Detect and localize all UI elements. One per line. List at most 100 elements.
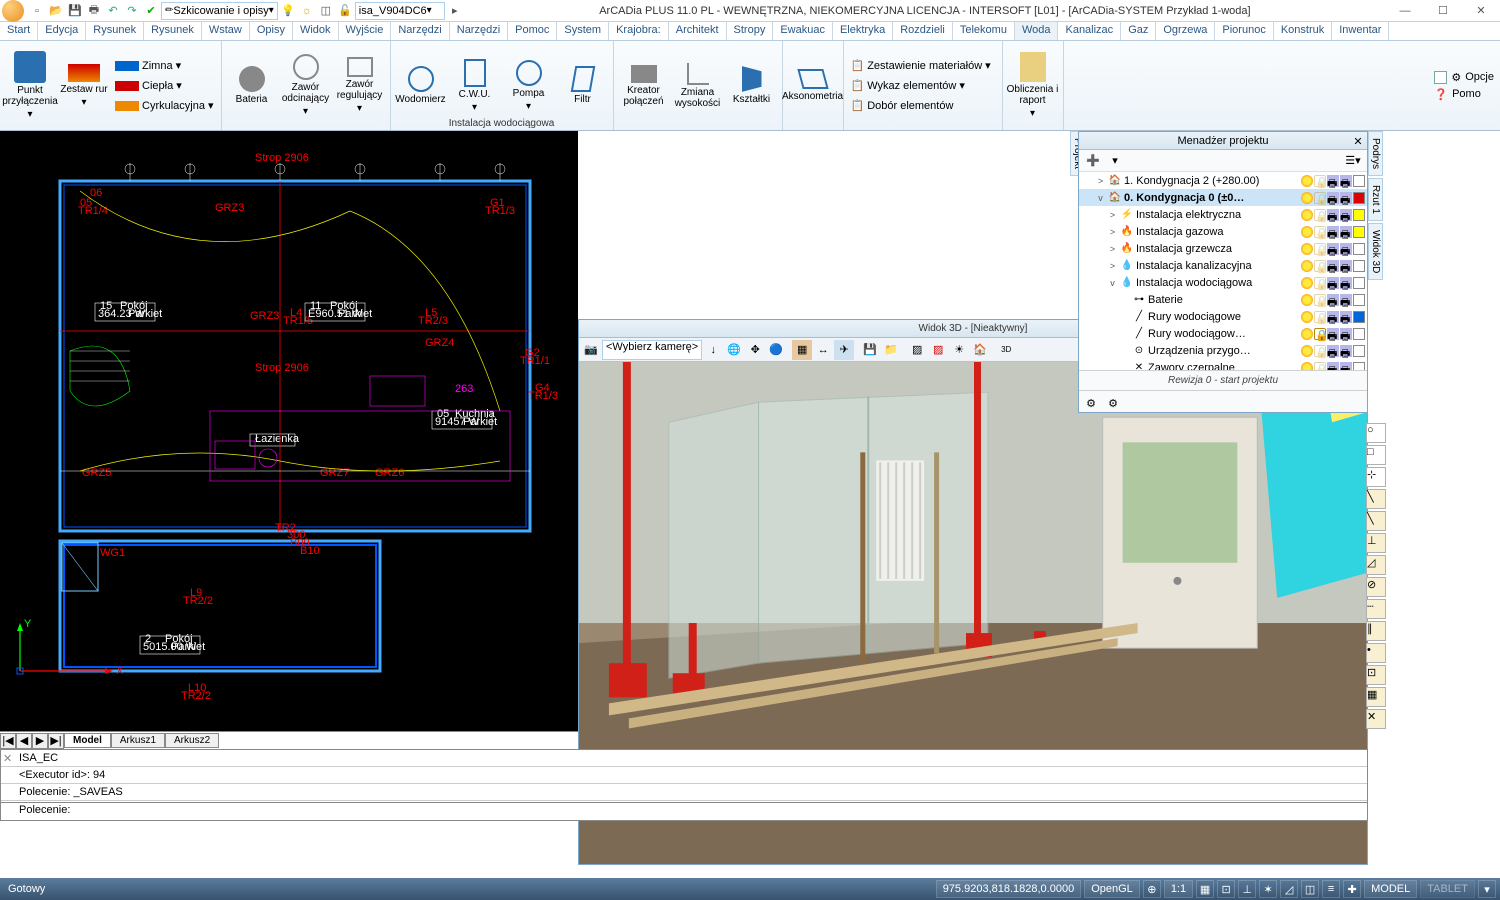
ribbon-tab-widok[interactable]: Widok (293, 22, 339, 40)
sb-snap-icon[interactable]: ⊡ (1217, 880, 1235, 898)
sheet-tab-arkusz1[interactable]: Arkusz1 (111, 733, 165, 748)
qat-flag-icon[interactable]: ▸ (446, 2, 464, 20)
sb-ortho-icon[interactable]: ⊥ (1238, 880, 1256, 898)
help-button[interactable]: ❓ Pomo (1434, 88, 1494, 101)
rts-line1-icon[interactable]: ╲ (1366, 489, 1386, 509)
rts-tangent-icon[interactable]: ⊘ (1366, 577, 1386, 597)
tree-row[interactable]: ⊶Baterie🔒🖶🖶 (1079, 291, 1367, 308)
ribbon-tab-architekt[interactable]: Architekt (669, 22, 727, 40)
v3d-pan-icon[interactable]: ✥ (745, 340, 765, 360)
pp-gear1-icon[interactable]: ⚙ (1081, 393, 1101, 413)
ribbon-tab-pomoc[interactable]: Pomoc (508, 22, 557, 40)
sheet-nav-next[interactable]: ▶ (32, 733, 48, 749)
sb-grid-icon[interactable]: ▦ (1196, 880, 1214, 898)
elements-list-button[interactable]: 📋 Wykaz elementów ▾ (848, 76, 998, 96)
axonometry-button[interactable]: Aksonometria (787, 51, 839, 121)
ribbon-tab-telekomu[interactable]: Telekomu (953, 22, 1015, 40)
rts-clear-icon[interactable]: ✕ (1366, 709, 1386, 729)
rts-dash-icon[interactable]: ┄ (1366, 599, 1386, 619)
rts-axis-icon[interactable]: ⊹ (1366, 467, 1386, 487)
status-model[interactable]: MODEL (1364, 880, 1417, 898)
hot-pipe-button[interactable]: Ciepła ▾ (112, 76, 217, 96)
qat-print-icon[interactable]: 🖶 (85, 2, 103, 20)
circ-pipe-button[interactable]: Cyrkulacyjna ▾ (112, 96, 217, 116)
rts-dot-icon[interactable]: • (1366, 643, 1386, 663)
tree-row[interactable]: >🔥Instalacja grzewcza🔒🖶🖶 (1079, 240, 1367, 257)
ribbon-tab-start[interactable]: Start (0, 22, 38, 40)
v3d-folder-icon[interactable]: 📁 (881, 340, 901, 360)
sheet-tab-arkusz2[interactable]: Arkusz2 (165, 733, 219, 748)
ribbon-tab-system[interactable]: System (557, 22, 609, 40)
ribbon-tab-stropy[interactable]: Stropy (727, 22, 774, 40)
ribbon-tab-krajobra[interactable]: Krajobra: (609, 22, 669, 40)
v3d-globe-icon[interactable]: 🔵 (766, 340, 786, 360)
v3d-render2-icon[interactable]: ▨ (928, 340, 948, 360)
ribbon-tab-woda[interactable]: Woda (1015, 22, 1059, 40)
fittings-button[interactable]: Kształtki (726, 51, 778, 121)
ribbon-tab-konstruk[interactable]: Konstruk (1274, 22, 1332, 40)
v3d-render1-icon[interactable]: ▨ (907, 340, 927, 360)
options-button[interactable]: ⚙ Opcje (1434, 71, 1494, 84)
qat-new-icon[interactable]: ▫ (28, 2, 46, 20)
pp-add-icon[interactable]: ➕ (1083, 151, 1103, 171)
sb-compass-icon[interactable]: ⊕ (1143, 880, 1161, 898)
camera-icon[interactable]: 📷 (581, 340, 601, 360)
ribbon-tab-rysunek[interactable]: Rysunek (144, 22, 202, 40)
status-tablet[interactable]: TABLET (1420, 880, 1475, 898)
sb-lwt-icon[interactable]: ≡ (1322, 880, 1340, 898)
ribbon-tab-rysunek[interactable]: Rysunek (86, 22, 144, 40)
ribbon-tab-gaz[interactable]: Gaz (1121, 22, 1156, 40)
ribbon-tab-rozdzieli[interactable]: Rozdzieli (893, 22, 953, 40)
connection-point-button[interactable]: Punkt przyłączenia▾ (4, 51, 56, 121)
ribbon-tab-ewakuac[interactable]: Ewakuac (773, 22, 833, 40)
qat-bulb-icon[interactable]: 💡 (279, 2, 297, 20)
tree-row[interactable]: v🏠0. Kondygnacja 0 (±0…🔒🖶🖶 (1079, 189, 1367, 206)
rts-line2-icon[interactable]: ╲ (1366, 511, 1386, 531)
regulating-valve-button[interactable]: Zawór regulujący▾ (334, 51, 386, 121)
pp-dropdown-icon[interactable]: ▾ (1105, 151, 1125, 171)
v3d-house-icon[interactable]: 🏠 (970, 340, 990, 360)
cwu-button[interactable]: C.W.U.▾ (449, 51, 501, 121)
tree-row[interactable]: >🏠1. Kondygnacja 2 (+280.00)🔒🖶🖶 (1079, 172, 1367, 189)
connection-creator-button[interactable]: Kreator połączeń (618, 51, 670, 121)
sb-polar-icon[interactable]: ✶ (1259, 880, 1277, 898)
sb-otrack-icon[interactable]: ◫ (1301, 880, 1319, 898)
vtab-podrys[interactable]: Podrys (1368, 131, 1383, 176)
pipe-set-button[interactable]: Zestaw rur▾ (58, 51, 110, 121)
vtab-rzut1[interactable]: Rzut 1 (1368, 178, 1383, 221)
ribbon-tab-elektryka[interactable]: Elektryka (833, 22, 893, 40)
ribbon-tab-kanalizac[interactable]: Kanalizac (1058, 22, 1121, 40)
qat-sketch-combo[interactable]: ✏ Szkicowanie i opisy ▾ (161, 2, 278, 20)
tree-row[interactable]: ╱Rury wodociągow…🔒🖶🖶 (1079, 325, 1367, 342)
tree-row[interactable]: ✕Zawory czerpalne🔒🖶🖶 (1079, 359, 1367, 370)
calculations-button[interactable]: Obliczenia i raport▾ (1007, 51, 1059, 121)
sheet-nav-last[interactable]: ▶| (48, 733, 64, 749)
cmd-input[interactable]: Polecenie: (1, 802, 1367, 820)
elements-selection-button[interactable]: 📋 Dobór elementów (848, 96, 998, 116)
ribbon-tab-piorunoc[interactable]: Piorunoc (1215, 22, 1273, 40)
water-meter-button[interactable]: Wodomierz (395, 51, 447, 121)
v3d-move-icon[interactable]: ↔ (813, 340, 833, 360)
v3d-plane-icon[interactable]: ✈ (834, 340, 854, 360)
qat-save-icon[interactable]: 💾 (66, 2, 84, 20)
rts-grid-icon[interactable]: ▦ (1366, 687, 1386, 707)
sheet-nav-prev[interactable]: ◀ (16, 733, 32, 749)
tree-row[interactable]: >🔥Instalacja gazowa🔒🖶🖶 (1079, 223, 1367, 240)
sb-expand-icon[interactable]: ▾ (1478, 880, 1496, 898)
cold-pipe-button[interactable]: Zimna ▾ (112, 56, 217, 76)
maximize-button[interactable]: ☐ (1424, 0, 1462, 22)
sb-dyn-icon[interactable]: ✚ (1343, 880, 1361, 898)
ribbon-tab-inwentar[interactable]: Inwentar (1332, 22, 1389, 40)
close-button[interactable]: ✕ (1462, 0, 1500, 22)
battery-button[interactable]: Bateria (226, 51, 278, 121)
qat-open-icon[interactable]: 📂 (47, 2, 65, 20)
v3d-3d-icon[interactable]: 3D (996, 340, 1016, 360)
tree-row[interactable]: ╱Rury wodociągowe🔒🖶🖶 (1079, 308, 1367, 325)
cmdline-close-icon[interactable]: ✕ (3, 752, 15, 764)
panel-close-icon[interactable]: ✕ (1351, 133, 1365, 147)
tree-row[interactable]: v💧Instalacja wodociągowa🔒🖶🖶 (1079, 274, 1367, 291)
2d-drawing-canvas[interactable]: Strop 2906 Strop 2906 05 TR1/4 06 G1 TR1… (0, 131, 578, 731)
v3d-orbit-icon[interactable]: 🌐 (724, 340, 744, 360)
ribbon-tab-wyjcie[interactable]: Wyjście (339, 22, 392, 40)
filter-button[interactable]: Filtr (557, 51, 609, 121)
